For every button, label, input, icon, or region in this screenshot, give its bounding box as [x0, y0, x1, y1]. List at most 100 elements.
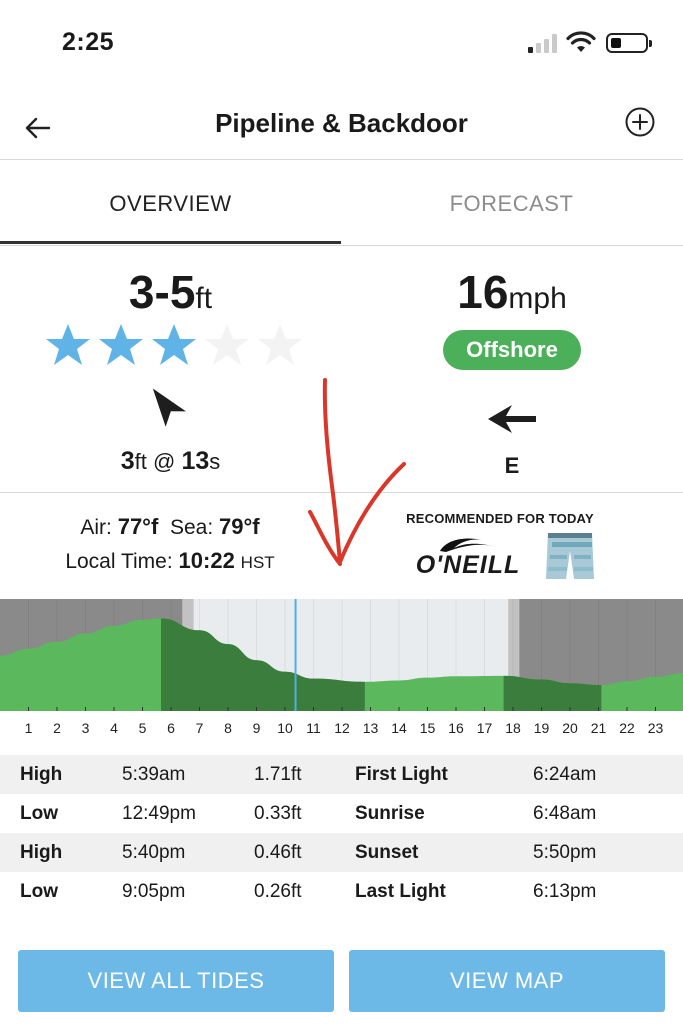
sea-label: Sea: [169, 516, 214, 539]
tide-height: 1.71ft [254, 764, 302, 785]
hour-label: 9 [252, 720, 261, 736]
hour-label: 16 [448, 720, 464, 736]
view-map-button[interactable]: VIEW MAP [349, 950, 665, 1012]
light-label: First Light [355, 764, 448, 785]
swell-period-value: 13 [181, 447, 210, 475]
swell-direction-arrow-icon [152, 388, 186, 427]
hour-label: 19 [533, 720, 550, 736]
wave-height: 3-5ft [0, 265, 341, 319]
tide-row: Low 12:49pm 0.33ft Sunrise 6:48am [0, 794, 683, 833]
tide-time: 12:49pm [122, 803, 196, 824]
tab-forecast[interactable]: FORECAST [341, 191, 682, 217]
wind-direction-label: E [504, 453, 520, 478]
conditions-panel: 3-5ft 3ft @ 13s 16mph Offshore E [0, 247, 683, 493]
tide-height: 0.26ft [254, 881, 302, 902]
local-time: Local Time: 10:22 HST [0, 548, 340, 574]
add-favorite-icon[interactable] [624, 106, 656, 138]
cellular-signal-icon [528, 33, 558, 53]
tide-type: Low [20, 881, 58, 902]
hour-label: 15 [419, 720, 436, 736]
hour-label: 5 [138, 720, 147, 736]
star-empty-icon [258, 324, 302, 365]
star-filled-icon [152, 324, 196, 365]
hour-label: 1 [24, 720, 33, 736]
surf-rating-stars [44, 322, 304, 368]
ad-heading[interactable]: RECOMMENDED FOR TODAY [360, 511, 640, 526]
active-tab-indicator [0, 241, 341, 244]
tide-type: Low [20, 803, 58, 824]
view-all-tides-button[interactable]: VIEW ALL TIDES [18, 950, 334, 1012]
air-sea-temperature: Air: 77°f Sea: 79°f [0, 514, 340, 540]
wave-height-value: 3-5 [128, 266, 196, 318]
battery-icon [606, 33, 652, 53]
tide-type: High [20, 842, 63, 863]
hour-label: 12 [334, 720, 350, 736]
ad-brand[interactable]: O'NEILL [408, 551, 528, 579]
hour-label: 7 [195, 720, 204, 736]
hour-label: 11 [306, 720, 321, 736]
tide-chart [0, 599, 683, 711]
wind-direction-arrow-icon [488, 405, 536, 433]
hour-label: 4 [110, 720, 118, 736]
star-filled-icon [99, 324, 143, 365]
hour-label: 23 [647, 720, 664, 736]
hour-label: 20 [562, 720, 578, 736]
tides-table: High 5:39am 1.71ft First Light 6:24am Lo… [0, 755, 683, 911]
tide-height: 0.46ft [254, 842, 302, 863]
tide-time: 5:39am [122, 764, 186, 785]
wind-condition-badge: Offshore [443, 330, 581, 370]
sea-temperature: 79°f [219, 514, 260, 539]
tab-overview[interactable]: OVERVIEW [0, 191, 341, 217]
local-time-label: Local Time: [65, 550, 173, 573]
tide-height: 0.33ft [254, 803, 302, 824]
tide-row: High 5:40pm 0.46ft Sunset 5:50pm [0, 833, 683, 872]
star-empty-icon [205, 324, 249, 365]
light-time: 6:13pm [533, 881, 597, 902]
status-bar: 2:25 [0, 0, 683, 90]
hour-label: 22 [619, 720, 635, 736]
tide-type: High [20, 764, 63, 785]
hour-label: 3 [81, 720, 90, 736]
light-time: 6:24am [533, 764, 597, 785]
wave-height-unit: ft [195, 282, 213, 315]
hour-label: 10 [277, 720, 293, 736]
hour-label: 14 [391, 720, 407, 736]
light-time: 6:48am [533, 803, 597, 824]
tide-row: Low 9:05pm 0.26ft Last Light 6:13pm [0, 872, 683, 911]
boardshorts-product-icon[interactable] [544, 529, 596, 583]
swell-height-value: 3 [120, 447, 135, 475]
wind-speed-value: 16 [457, 266, 509, 318]
weather-panel: Air: 77°f Sea: 79°f Local Time: 10:22 HS… [0, 494, 683, 599]
page-title: Pipeline & Backdoor [215, 108, 468, 138]
wind-speed: 16mph [341, 265, 683, 319]
hour-label: 21 [590, 720, 607, 736]
tab-bar: OVERVIEW FORECAST [0, 161, 683, 246]
header: Pipeline & Backdoor [0, 90, 683, 160]
swell-height-unit: ft [134, 449, 147, 474]
hour-label: 8 [224, 720, 232, 736]
air-label: Air: [80, 516, 112, 539]
swell-at: @ [152, 449, 176, 474]
local-time-value: 10:22 [178, 548, 235, 573]
swell-info: 3ft @ 13s [0, 447, 341, 476]
light-label: Last Light [355, 881, 446, 902]
air-temperature: 77°f [117, 514, 159, 539]
wifi-icon [566, 31, 596, 52]
star-filled-icon [46, 324, 90, 365]
tide-row: High 5:39am 1.71ft First Light 6:24am [0, 755, 683, 794]
hour-label: 17 [476, 720, 493, 736]
light-time: 5:50pm [533, 842, 597, 863]
tide-time: 5:40pm [122, 842, 186, 863]
light-label: Sunrise [355, 803, 425, 824]
swell-period-unit: s [209, 449, 221, 474]
tide-chart-hour-axis: 1 2 3 4 5 6 7 8 9 10 11 12 13 14 15 16 17 18 19 20 21 22 23 [0, 720, 683, 742]
hour-label: 18 [505, 720, 521, 736]
timezone: HST [240, 553, 275, 572]
hour-label: 13 [362, 720, 379, 736]
hour-label: 6 [167, 720, 175, 736]
tide-time: 9:05pm [122, 881, 186, 902]
wind-speed-unit: mph [508, 282, 567, 315]
hour-label: 2 [53, 720, 61, 736]
light-label: Sunset [355, 842, 419, 863]
status-time: 2:25 [62, 28, 115, 56]
